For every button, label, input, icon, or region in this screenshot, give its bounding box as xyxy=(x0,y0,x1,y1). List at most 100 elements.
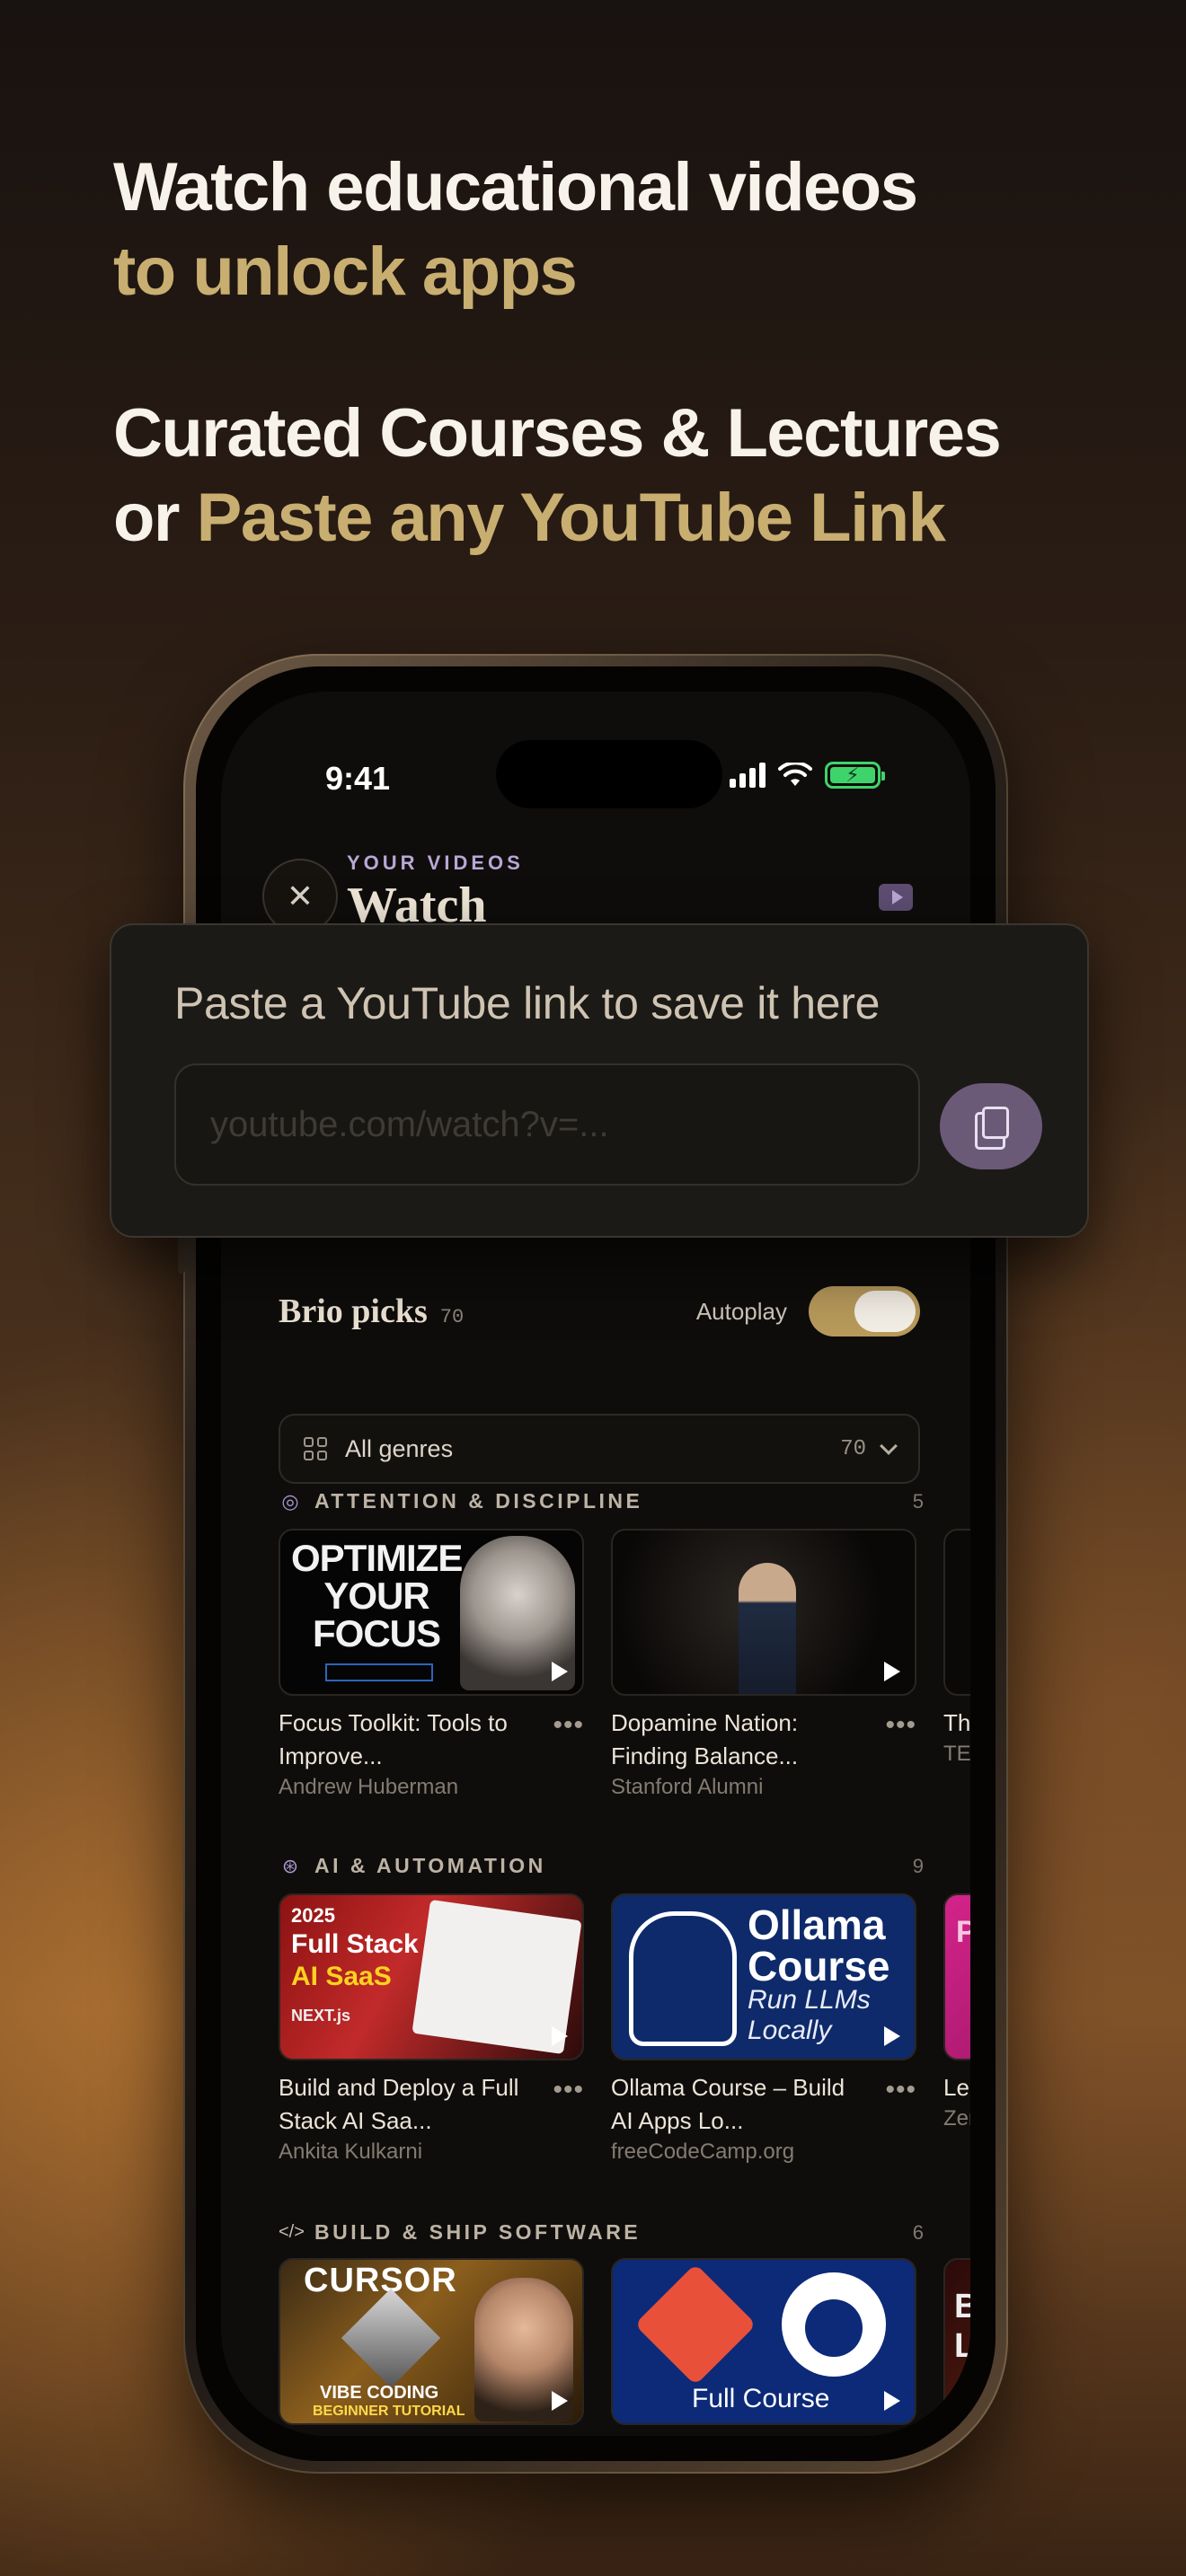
brio-picks-title-group: Brio picks 70 xyxy=(279,1292,464,1331)
more-options-icon[interactable]: ••• xyxy=(553,1710,584,1741)
video-row-attention: OPTIMIZE YOUR FOCUS Focus Toolkit: Tools t… xyxy=(279,1529,970,1800)
category-count: 9 xyxy=(912,1854,924,1877)
video-thumbnail xyxy=(611,1529,916,1696)
video-author: Zero xyxy=(943,2106,970,2130)
status-icons: ⚡ xyxy=(730,762,885,789)
thumbnail-text: BEGINNER TUTORIAL xyxy=(313,2404,465,2419)
battery-icon: ⚡ xyxy=(825,762,885,789)
headline-primary: Watch educational videos to unlock apps xyxy=(113,146,918,314)
thumbnail-text: Full Stack xyxy=(291,1929,419,1959)
category-label: ATTENTION & DISCIPLINE xyxy=(314,1489,643,1513)
video-title: The 1 — ho xyxy=(943,1709,970,1736)
thumbnail-text: 2025 xyxy=(291,1904,335,1927)
thumbnail-text: CURSOR xyxy=(304,2262,457,2299)
thumbnail-text: BUILM xyxy=(954,2287,970,2366)
video-author: Ankita Kulkarni xyxy=(279,2139,423,2164)
video-card[interactable]: Dopamine Nation: Finding Balance... ••• … xyxy=(611,1529,916,1800)
category-label: AI & AUTOMATION xyxy=(314,1854,546,1877)
grid-icon xyxy=(304,1437,327,1460)
video-card[interactable]: Full Course xyxy=(611,2258,916,2425)
video-card[interactable]: CURSOR VIBE CODING BEGINNER TUTORIAL xyxy=(279,2258,584,2425)
video-card[interactable]: PRO Lear Engi Zero xyxy=(943,1893,970,2165)
header-eyebrow: YOUR VIDEOS xyxy=(347,851,524,874)
headline-primary-line2: to unlock apps xyxy=(113,234,578,310)
chevron-down-icon xyxy=(880,1437,898,1455)
headline-primary-line1: Watch educational videos xyxy=(113,149,918,225)
video-thumbnail: OPTIMIZE YOUR FOCUS xyxy=(279,1529,584,1696)
play-icon xyxy=(884,2391,900,2411)
thumbnail-text: Full Course xyxy=(692,2384,830,2413)
video-title: Build and Deploy a Full Stack AI Saa... xyxy=(279,2074,519,2134)
thumbnail-text: VIBE CODING xyxy=(320,2383,439,2403)
paste-panel-title: Paste a YouTube link to save it here xyxy=(174,978,881,1028)
video-row-ai: 2025 Full Stack AI SaaS NEXT.js Build an… xyxy=(279,1893,970,2165)
category-header-ai: ⊛ AI & AUTOMATION 9 xyxy=(279,1854,924,1878)
video-card[interactable]: The 1 — ho TEDx xyxy=(943,1529,970,1800)
thumbnail-text: Run LLMs Locally xyxy=(748,1985,871,2045)
ai-chip-icon: ⊛ xyxy=(281,1854,299,1877)
paste-button[interactable] xyxy=(940,1083,1042,1169)
video-card[interactable]: 2025 Full Stack AI SaaS NEXT.js Build an… xyxy=(279,1893,584,2165)
category-count: 6 xyxy=(912,2220,924,2244)
paste-clipboard-icon xyxy=(975,1107,1009,1150)
brio-picks-title: Brio picks xyxy=(279,1292,428,1330)
video-row-build: CURSOR VIBE CODING BEGINNER TUTORIAL Ful… xyxy=(279,2258,970,2425)
video-thumbnail xyxy=(943,1529,970,1696)
cursor-logo-icon xyxy=(341,2288,441,2388)
headline-secondary-line2: or Paste any YouTube Link xyxy=(113,476,1000,560)
headline-secondary-or: or xyxy=(113,480,197,556)
video-card[interactable]: BUILM xyxy=(943,2258,970,2425)
youtube-link-input[interactable] xyxy=(210,1104,884,1145)
category-label: BUILD & SHIP SOFTWARE xyxy=(314,2220,642,2244)
github-logo-icon xyxy=(782,2272,886,2377)
git-logo-icon xyxy=(634,2263,757,2386)
video-author: TEDx xyxy=(943,1742,970,1766)
code-icon: </> xyxy=(279,2222,305,2242)
more-options-icon[interactable]: ••• xyxy=(885,2075,916,2105)
video-thumbnail: PRO xyxy=(943,1893,970,2060)
video-library-icon[interactable] xyxy=(879,884,913,911)
thumbnail-text: AI SaaS xyxy=(291,1962,392,1991)
play-icon xyxy=(884,1662,900,1681)
video-thumbnail: Full Course xyxy=(611,2258,916,2425)
video-title: Focus Toolkit: Tools to Improve... xyxy=(279,1709,508,1769)
play-icon xyxy=(552,2026,568,2046)
speaker-photo xyxy=(739,1563,796,1694)
video-author: Andrew Huberman xyxy=(279,1775,459,1799)
more-options-icon[interactable]: ••• xyxy=(553,2075,584,2105)
video-author: freeCodeCamp.org xyxy=(611,2139,795,2164)
target-icon: ◎ xyxy=(281,1489,299,1513)
video-title: Lear Engi xyxy=(943,2074,970,2101)
thumbnail-text: OPTIMIZE YOUR FOCUS xyxy=(291,1537,463,1654)
video-thumbnail: CURSOR VIBE CODING BEGINNER TUTORIAL xyxy=(279,2258,584,2425)
signal-icon xyxy=(730,763,766,788)
genre-count: 70 xyxy=(840,1436,866,1461)
video-thumbnail: 2025 Full Stack AI SaaS NEXT.js xyxy=(279,1893,584,2060)
video-card[interactable]: OPTIMIZE YOUR FOCUS Focus Toolkit: Tools t… xyxy=(279,1529,584,1800)
dynamic-island xyxy=(496,740,722,808)
video-title: Ollama Course – Build AI Apps Lo... xyxy=(611,2074,845,2134)
thumbnail-text: NEXT.js xyxy=(291,2007,351,2025)
video-author: Stanford Alumni xyxy=(611,1775,764,1799)
brio-picks-count: 70 xyxy=(439,1306,465,1328)
autoplay-toggle[interactable] xyxy=(809,1286,920,1337)
video-thumbnail: BUILM xyxy=(943,2258,970,2425)
play-icon xyxy=(552,1662,568,1681)
genre-label: All genres xyxy=(345,1434,454,1462)
play-icon xyxy=(552,2391,568,2411)
video-card[interactable]: Ollama Course Run LLMs Locally Ollama Cour… xyxy=(611,1893,916,2165)
charging-bolt-icon: ⚡ xyxy=(845,763,860,786)
autoplay-control: Autoplay xyxy=(696,1286,920,1337)
brio-picks-header: Brio picks 70 Autoplay xyxy=(279,1286,920,1337)
category-count: 5 xyxy=(912,1489,924,1513)
more-options-icon[interactable]: ••• xyxy=(885,1710,916,1741)
llama-icon xyxy=(629,1911,737,2046)
headline-secondary-line1: Curated Courses & Lectures xyxy=(113,395,1002,472)
thumbnail-text: Ollama Course xyxy=(748,1901,890,1989)
youtube-link-field[interactable] xyxy=(174,1063,920,1186)
play-icon xyxy=(884,2026,900,2046)
thumbnail-tag xyxy=(325,1663,433,1681)
genre-dropdown[interactable]: All genres 70 xyxy=(279,1414,920,1484)
status-time: 9:41 xyxy=(325,760,391,797)
close-icon: ✕ xyxy=(286,878,314,914)
